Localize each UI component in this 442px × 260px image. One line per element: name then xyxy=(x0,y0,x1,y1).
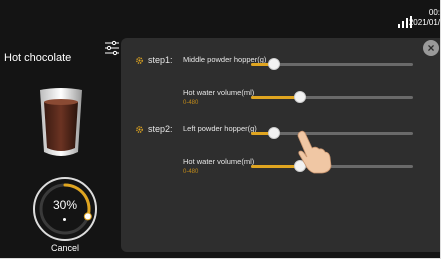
gear-icon xyxy=(136,56,143,64)
settings-icon[interactable] xyxy=(104,40,120,56)
cup-icon xyxy=(40,88,82,156)
step1-row2: Hot water volume(ml) 0-480 xyxy=(183,88,425,112)
step2-row1-label: Left powder hopper(g) xyxy=(183,124,257,133)
progress-ring: 30% xyxy=(30,174,100,244)
slider-thumb[interactable] xyxy=(293,91,306,103)
progress-percent: 30% xyxy=(52,198,78,212)
step2-label: step2: xyxy=(135,124,173,134)
step1-row1-slider[interactable] xyxy=(251,58,413,70)
close-icon[interactable]: × xyxy=(423,40,439,56)
step1-text: step1: xyxy=(148,55,173,65)
clock-date: 2021/01/ xyxy=(408,18,440,27)
step1-row2-label: Hot water volume(ml) xyxy=(183,88,255,97)
progress-dot xyxy=(63,218,66,221)
step1-row2-slider[interactable] xyxy=(251,91,413,103)
clock: 00: 2021/01/ xyxy=(409,8,440,28)
hand-pointer-icon xyxy=(297,130,332,174)
recipe-settings-panel: × step1: Middle powder hopper(g) Hot wat… xyxy=(121,38,440,252)
step1-row1: Middle powder hopper(g) xyxy=(183,55,425,79)
step1-label: step1: xyxy=(135,55,173,65)
drink-title: Hot chocolate xyxy=(4,52,72,64)
clock-time: 00: xyxy=(428,8,440,17)
step2-text: step2: xyxy=(148,124,173,134)
machine-screen: 00: 2021/01/ Hot chocolate 30% Cancel × … xyxy=(0,0,441,259)
slider-thumb[interactable] xyxy=(267,58,280,70)
slider-fill xyxy=(251,165,300,168)
step2-row2-label: Hot water volume(ml) xyxy=(183,157,255,166)
step1-row2-range: 0-480 xyxy=(183,100,199,106)
slider-fill xyxy=(251,96,300,99)
step2-row2-range: 0-480 xyxy=(183,169,199,175)
gear-icon xyxy=(136,125,143,133)
slider-thumb[interactable] xyxy=(267,127,280,139)
drink-panel: Hot chocolate 30% Cancel xyxy=(0,38,120,258)
cancel-button[interactable]: Cancel xyxy=(30,243,100,253)
